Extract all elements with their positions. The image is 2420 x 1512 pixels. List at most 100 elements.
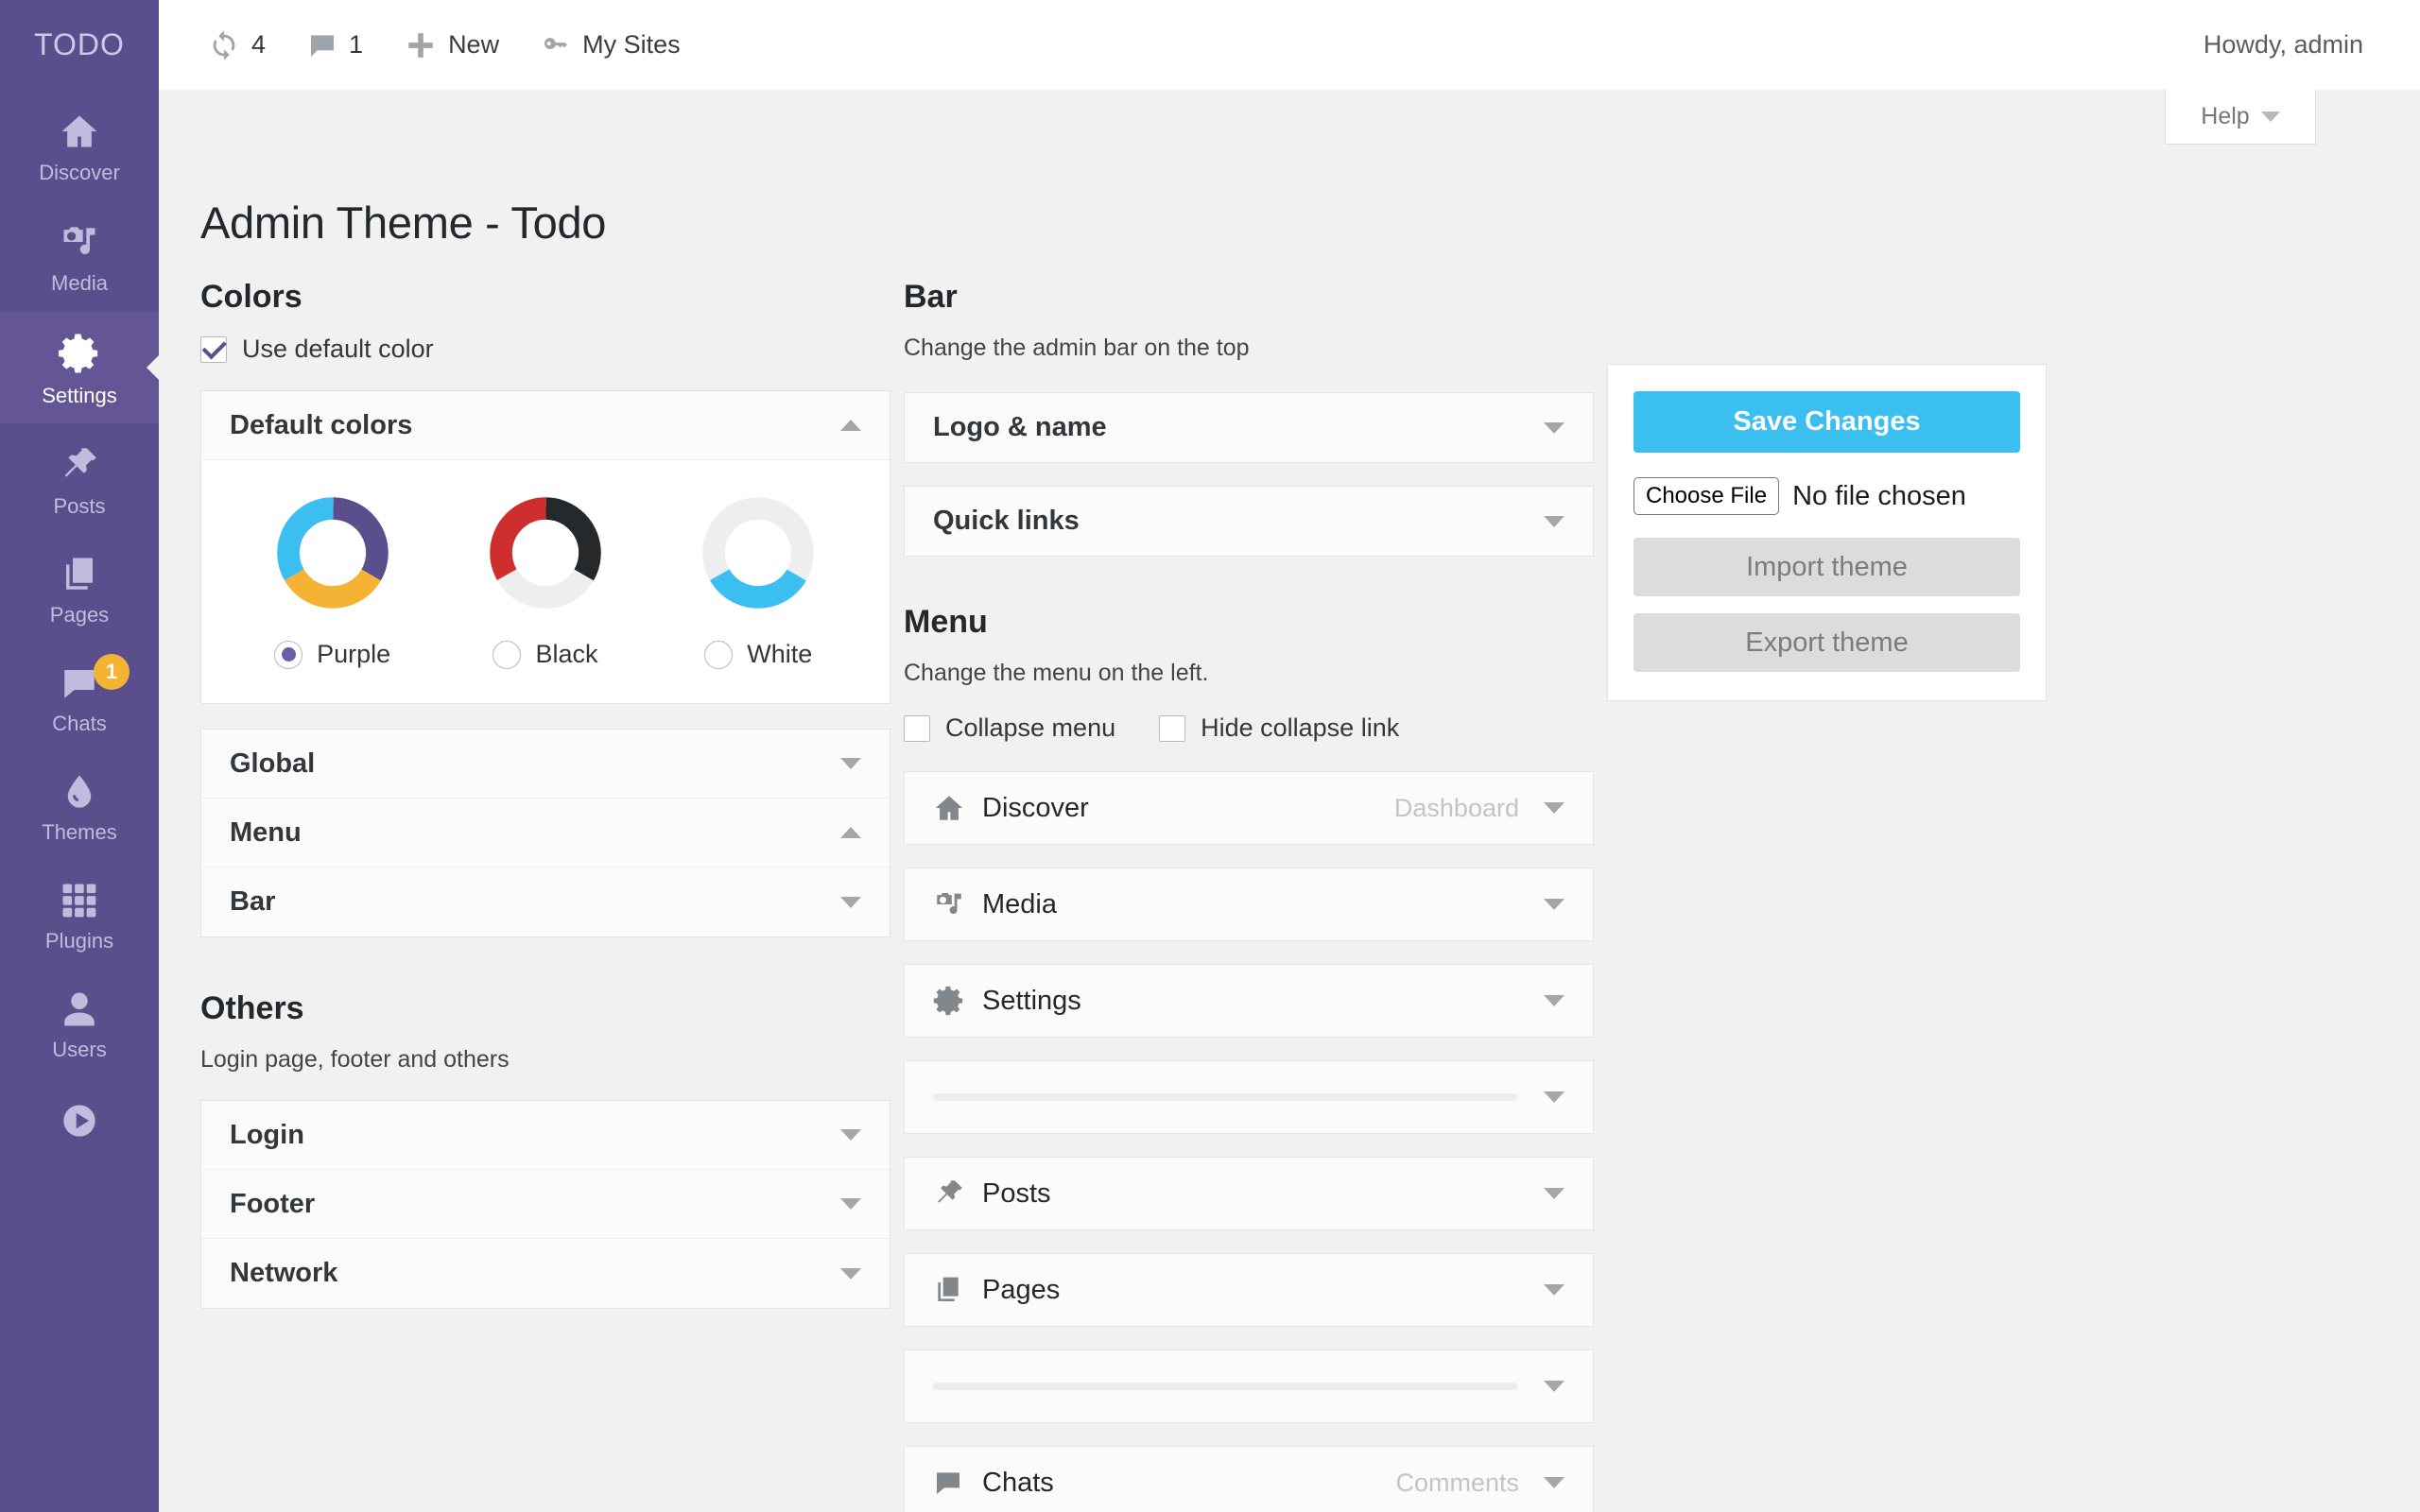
sidebar-item-discover[interactable]: Discover: [0, 90, 159, 200]
chevron-down-icon[interactable]: [1544, 516, 1564, 527]
radio-row-black[interactable]: Black: [493, 640, 597, 669]
column-bar-menu: Bar Change the admin bar on the top Logo…: [904, 279, 1594, 1512]
others-accordion: Login Footer Network: [200, 1100, 890, 1309]
chevron-down-icon[interactable]: [840, 1129, 861, 1141]
accordion-login-label: Login: [230, 1120, 304, 1151]
radio-purple[interactable]: [274, 641, 302, 669]
dropdown-quick-links[interactable]: Quick links: [904, 486, 1594, 557]
admin-bar-my-sites[interactable]: My Sites: [520, 0, 701, 90]
comment-icon: 1: [60, 663, 99, 703]
accordion-network[interactable]: Network: [201, 1239, 890, 1308]
sidebar-item-media[interactable]: Media: [0, 200, 159, 311]
menu-row-pages[interactable]: Pages: [904, 1253, 1594, 1327]
chevron-down-icon[interactable]: [840, 1198, 861, 1210]
chevron-down-icon[interactable]: [1544, 422, 1564, 434]
chevron-down-icon[interactable]: [1544, 899, 1564, 910]
chats-badge: 1: [94, 654, 130, 690]
accordion-menu[interactable]: Menu: [201, 799, 890, 868]
accordion-bar[interactable]: Bar: [201, 868, 890, 936]
comments-count: 1: [349, 30, 363, 60]
chevron-down-icon[interactable]: [840, 897, 861, 908]
chevron-up-icon[interactable]: [840, 827, 861, 838]
chevron-down-icon[interactable]: [1544, 1188, 1564, 1199]
menu-row-separator-2[interactable]: [904, 1349, 1594, 1423]
chevron-down-icon[interactable]: [1544, 1091, 1564, 1103]
help-label: Help: [2201, 103, 2249, 130]
accordion-footer-label: Footer: [230, 1189, 315, 1220]
menu-row-chats[interactable]: Chats Comments: [904, 1446, 1594, 1512]
use-default-color-label: Use default color: [242, 335, 434, 364]
donut-chart-white: [700, 494, 817, 611]
chevron-down-icon[interactable]: [1544, 1381, 1564, 1392]
chevron-down-icon[interactable]: [840, 758, 861, 769]
accordion-global[interactable]: Global: [201, 730, 890, 799]
color-scheme-black[interactable]: Black: [487, 494, 604, 669]
accordion-menu-label: Menu: [230, 817, 302, 849]
radio-white[interactable]: [704, 641, 733, 669]
bar-heading: Bar: [904, 279, 1594, 316]
chevron-down-icon[interactable]: [1544, 802, 1564, 814]
sidebar-item-posts[interactable]: Posts: [0, 423, 159, 534]
site-logo[interactable]: TODO: [0, 0, 159, 90]
default-colors-header[interactable]: Default colors: [201, 391, 890, 460]
accordion-login[interactable]: Login: [201, 1101, 890, 1170]
bar-description: Change the admin bar on the top: [904, 335, 1594, 362]
sidebar-label-discover: Discover: [39, 161, 120, 185]
color-scheme-swatches: Purple Black: [201, 494, 890, 669]
collapse-menu-checkbox[interactable]: [904, 715, 930, 742]
others-heading: Others: [200, 990, 890, 1027]
use-default-color-checkbox[interactable]: [200, 336, 227, 363]
accordion-footer[interactable]: Footer: [201, 1170, 890, 1239]
sidebar-label-settings: Settings: [42, 384, 117, 408]
accordion-bar-label: Bar: [230, 886, 275, 918]
menu-row-chats-label: Chats: [982, 1468, 1395, 1499]
chevron-down-icon[interactable]: [1544, 1477, 1564, 1488]
sidebar-label-pages: Pages: [50, 603, 109, 627]
sidebar-label-themes: Themes: [42, 820, 116, 845]
sidebar-label-media: Media: [51, 271, 108, 296]
chevron-down-icon[interactable]: [1544, 1284, 1564, 1296]
sidebar-item-pages[interactable]: Pages: [0, 534, 159, 643]
menu-row-posts[interactable]: Posts: [904, 1157, 1594, 1230]
sidebar-item-themes[interactable]: Themes: [0, 751, 159, 860]
sidebar-item-chats[interactable]: 1 Chats: [0, 643, 159, 751]
radio-row-purple[interactable]: Purple: [274, 640, 390, 669]
admin-bar-updates[interactable]: 4: [187, 0, 286, 90]
sidebar-item-plugins[interactable]: Plugins: [0, 860, 159, 969]
my-sites-label: My Sites: [582, 30, 681, 60]
dropdown-logo-name[interactable]: Logo & name: [904, 392, 1594, 463]
sidebar-item-settings[interactable]: Settings: [0, 311, 159, 423]
menu-row-settings[interactable]: Settings: [904, 964, 1594, 1038]
refresh-icon: [208, 29, 240, 61]
sidebar-collapse-button[interactable]: [0, 1077, 159, 1164]
hide-collapse-link-row[interactable]: Hide collapse link: [1159, 713, 1399, 743]
comment-icon: [933, 1468, 982, 1498]
choose-file-button[interactable]: Choose File: [1634, 477, 1779, 515]
pin-icon: [933, 1177, 982, 1210]
use-default-color-row[interactable]: Use default color: [200, 335, 890, 364]
user-greeting[interactable]: Howdy, admin: [2204, 0, 2363, 90]
help-button[interactable]: Help: [2165, 90, 2316, 145]
chevron-down-icon[interactable]: [1544, 995, 1564, 1006]
radio-black[interactable]: [493, 641, 521, 669]
radio-row-white[interactable]: White: [704, 640, 812, 669]
menu-row-discover[interactable]: Discover Dashboard: [904, 771, 1594, 845]
save-changes-button[interactable]: Save Changes: [1634, 391, 2020, 453]
export-theme-button[interactable]: Export theme: [1634, 613, 2020, 672]
dropdown-quick-links-label: Quick links: [933, 506, 1080, 537]
sidebar-item-users[interactable]: Users: [0, 969, 159, 1077]
menu-row-separator-1[interactable]: [904, 1060, 1594, 1134]
column-colors: Colors Use default color Default colors: [200, 279, 890, 1333]
chevron-up-icon[interactable]: [840, 420, 861, 431]
import-theme-button[interactable]: Import theme: [1634, 538, 2020, 596]
color-scheme-purple[interactable]: Purple: [274, 494, 391, 669]
collapse-menu-row[interactable]: Collapse menu: [904, 713, 1115, 743]
admin-bar-comments[interactable]: 1: [286, 0, 384, 90]
chevron-down-icon[interactable]: [840, 1268, 861, 1280]
colors-accordion: Global Menu Bar: [200, 729, 890, 937]
menu-options: Collapse menu Hide collapse link: [904, 713, 1594, 743]
admin-bar-new[interactable]: New: [384, 0, 520, 90]
color-scheme-white[interactable]: White: [700, 494, 817, 669]
menu-row-media[interactable]: Media: [904, 868, 1594, 941]
hide-collapse-link-checkbox[interactable]: [1159, 715, 1185, 742]
